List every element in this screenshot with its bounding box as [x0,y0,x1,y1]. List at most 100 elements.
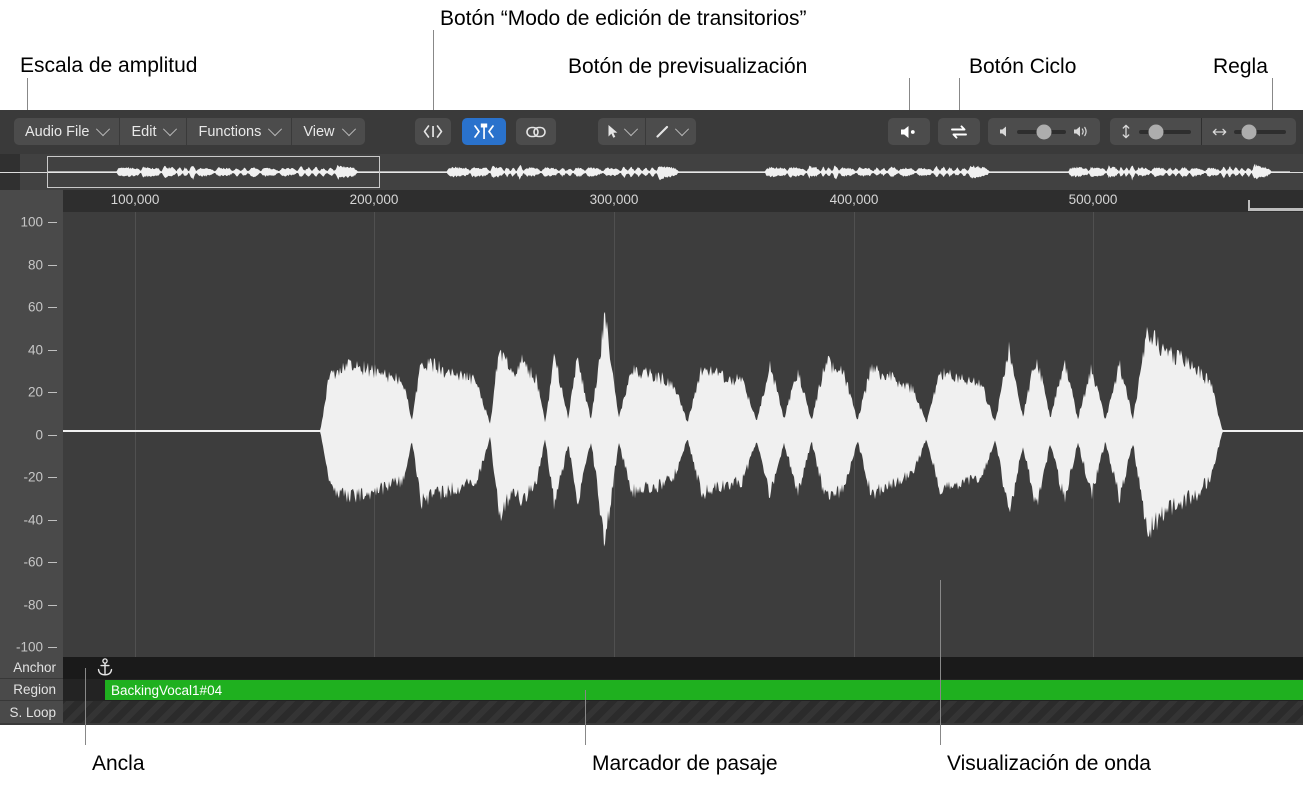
anchor-lane[interactable]: Anchor [0,657,1303,679]
amplitude-scale-label: -80 [23,597,43,612]
amplitude-scale-label: 20 [27,384,43,400]
amplitude-scale-tick [48,349,57,351]
pointer-tool[interactable] [598,118,646,145]
menu-audio-file[interactable]: Audio File [14,118,121,145]
amplitude-scale-tick [48,647,57,648]
tool-selector-group [598,118,696,145]
annotation-label-amplitude-scale: Escala de amplitud [20,54,198,77]
audio-file-editor-window: Audio File Edit Functions View 100,000 2… [0,110,1303,725]
sample-loop-lane-body[interactable] [63,701,1303,723]
region-lane-label: Region [0,679,63,701]
amplitude-scale-tick [48,222,57,223]
chevron-down-icon [674,121,690,136]
annotation-label-cycle-button: Botón Ciclo [969,55,1077,78]
volume-slider-knob[interactable] [1036,124,1052,139]
leader-line-waveform-display [940,580,941,745]
leader-line-transient-edit-mode [433,30,434,118]
amplitude-scale-label: 0 [35,427,43,442]
flex-view-button[interactable] [415,118,451,145]
amplitude-scale-tick [48,562,57,563]
anchor-lane-body[interactable] [63,657,1303,679]
menu-bar: Audio File Edit Functions View [14,118,365,145]
annotation-label-preview-button: Botón de previsualización [568,55,808,78]
pencil-line-icon [656,125,669,138]
ruler-tick-label: 400,000 [829,192,879,207]
overview-waveform[interactable] [0,154,1303,190]
editor-toolbar: Audio File Edit Functions View [0,110,1303,154]
transient-marker-icon [474,123,494,139]
annotation-label-passage-marker: Marcador de pasaje [592,752,778,775]
ruler-gutter [0,190,63,212]
volume-slider[interactable] [988,118,1100,145]
annotation-label-waveform-display: Visualización de onda [947,752,1151,775]
region-clip[interactable]: BackingVocal1#04 [105,680,1303,700]
pointer-arrow-icon [608,125,618,138]
menu-functions-label: Functions [198,123,262,140]
editor-lanes: Anchor Region BackingVocal1#04 S. Loop [0,657,1303,725]
cycle-range-bracket[interactable] [1248,208,1303,211]
chevron-down-icon [341,121,356,136]
vertical-zoom-knob[interactable] [1148,124,1164,139]
cycle-button[interactable] [938,118,980,145]
preview-button[interactable] [888,118,930,145]
region-name-label: BackingVocal1#04 [111,682,223,698]
amplitude-scale-label: -100 [15,639,43,655]
amplitude-scale-label: -20 [23,469,43,485]
cycle-loop-icon [951,124,967,139]
annotation-label-ruler: Regla [1213,55,1268,78]
link-button[interactable] [516,118,556,145]
speaker-low-icon [1000,126,1006,137]
horizontal-zoom-knob[interactable] [1241,124,1257,139]
sample-loop-lane-label: S. Loop [0,701,63,723]
region-lane-body[interactable]: BackingVocal1#04 [63,679,1303,701]
amplitude-scale-label: 40 [27,342,43,357]
chevron-down-icon [268,121,283,136]
amplitude-scale-label: 80 [27,257,43,272]
vertical-resize-icon [1122,124,1130,139]
ruler-tick-label: 500,000 [1068,192,1118,207]
overview-envelope-segment [700,165,1010,180]
horizontal-zoom-slider[interactable] [1202,118,1296,145]
menu-audio-file-label: Audio File [25,123,90,140]
amplitude-scale-label: 100 [20,214,43,230]
annotation-label-transient-edit-mode: Botón “Modo de edición de transitorios” [440,7,807,30]
region-lane[interactable]: Region BackingVocal1#04 [0,679,1303,701]
amplitude-scale-tick [48,519,57,521]
amplitude-scale-tick [48,392,57,393]
chevron-down-icon [96,121,111,136]
speaker-preview-icon [901,125,915,138]
flex-brackets-icon [423,125,443,138]
anchor-lane-label: Anchor [0,657,63,679]
chevron-down-icon [623,121,639,136]
menu-functions[interactable]: Functions [187,118,293,145]
overview-envelope-segment [380,164,700,181]
vertical-zoom-track[interactable] [1139,124,1191,139]
amplitude-scale-label: -60 [23,554,43,570]
waveform-envelope [63,311,1303,547]
link-chain-icon [526,126,546,137]
ruler-tick-label: 100,000 [110,192,160,207]
ruler[interactable]: 100,000 200,000 300,000 400,000 500,000 [0,190,1303,213]
volume-slider-track[interactable] [1017,124,1066,139]
menu-edit[interactable]: Edit [120,118,188,145]
waveform-canvas[interactable] [63,212,1303,657]
menu-view[interactable]: View [292,118,364,145]
pencil-tool[interactable] [646,118,696,145]
waveform-display[interactable]: 100 80 60 40 20 0 -20 -40 -60 -80 -100 [0,212,1303,657]
cycle-range-bracket-start[interactable] [1248,200,1250,211]
vertical-zoom-slider[interactable] [1110,118,1202,145]
zoom-slider-group [1110,118,1296,145]
amplitude-scale-tick [48,477,57,478]
horizontal-zoom-track[interactable] [1234,124,1286,139]
overview-selection-rect[interactable] [47,156,380,188]
amplitude-scale-tick [48,307,57,308]
sample-loop-lane[interactable]: S. Loop [0,701,1303,723]
transient-edit-mode-button[interactable] [462,118,506,145]
amplitude-scale-tick [48,434,57,436]
amplitude-scale-label: 60 [27,299,43,315]
ruler-tick-label: 300,000 [589,192,639,207]
menu-view-label: View [303,123,335,140]
waveform-graphic [63,311,1303,547]
anchor-icon[interactable] [97,658,114,677]
amplitude-scale: 100 80 60 40 20 0 -20 -40 -60 -80 -100 [0,212,63,657]
